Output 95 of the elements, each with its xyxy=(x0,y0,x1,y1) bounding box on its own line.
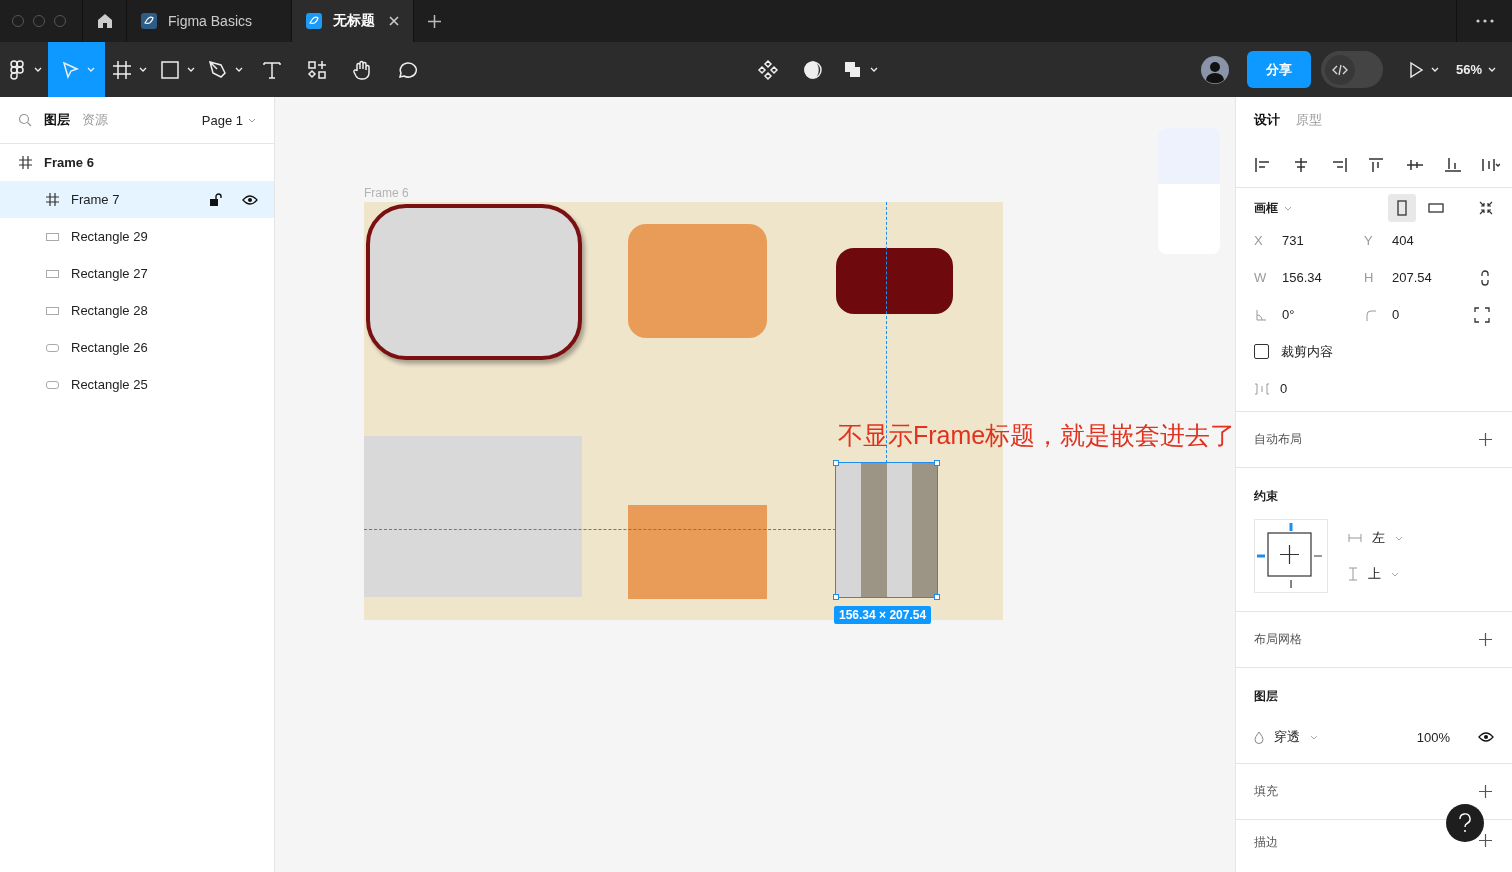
dev-mode-toggle[interactable] xyxy=(1320,51,1383,88)
align-icon[interactable] xyxy=(1368,157,1386,173)
landscape-icon xyxy=(1428,203,1444,213)
vertical-icon xyxy=(1348,567,1358,581)
mask-icon xyxy=(802,58,825,81)
align-icon[interactable] xyxy=(1330,157,1348,173)
shape-icon xyxy=(159,58,181,81)
caret-icon xyxy=(1310,734,1318,740)
help-button[interactable] xyxy=(1446,804,1484,842)
vertical-constraint-dropdown[interactable]: 上 xyxy=(1348,565,1403,583)
layer-row[interactable]: Rectangle 26 xyxy=(0,329,274,366)
horizontal-icon xyxy=(1348,533,1362,543)
code-icon xyxy=(1331,63,1348,76)
caret-icon xyxy=(1431,67,1440,72)
resources-icon xyxy=(305,58,328,81)
avatar-icon[interactable] xyxy=(1200,55,1229,84)
panel-tab[interactable]: 图层 xyxy=(44,111,70,129)
caret-icon xyxy=(1488,67,1496,72)
pen-icon xyxy=(207,58,229,81)
align-icon[interactable] xyxy=(1406,157,1424,173)
clip-checkbox[interactable]: 裁剪内容 xyxy=(1254,333,1494,370)
frame-icon xyxy=(19,156,32,169)
eye-icon[interactable] xyxy=(1478,732,1494,742)
angle-icon xyxy=(1254,308,1268,321)
number-field[interactable]: X 731 xyxy=(1254,222,1364,259)
add-icon[interactable] xyxy=(1479,433,1492,446)
frame-label: Frame 6 xyxy=(364,186,409,200)
number-field[interactable]: W 156.34 xyxy=(1254,259,1364,296)
caret-icon xyxy=(1284,205,1292,211)
align-icon[interactable] xyxy=(1292,157,1310,173)
corner-icon xyxy=(1364,308,1378,321)
home-icon xyxy=(95,12,114,30)
search-icon[interactable] xyxy=(18,113,32,127)
section-title: 自动布局 xyxy=(1254,431,1302,448)
file-icon xyxy=(141,13,157,29)
file-icon xyxy=(306,13,322,29)
portrait-icon xyxy=(1397,200,1407,216)
resize-icon[interactable] xyxy=(1478,200,1494,216)
layer-row[interactable]: Rectangle 25 xyxy=(0,366,274,403)
opacity-field[interactable]: 100% xyxy=(1416,729,1450,745)
corner-radius-field[interactable]: 0 xyxy=(1364,296,1474,333)
rectangle-icon xyxy=(46,269,59,278)
file-tab[interactable]: 无标题 xyxy=(292,0,414,42)
horizontal-constraint-dropdown[interactable]: 左 xyxy=(1348,529,1403,547)
align-icon[interactable] xyxy=(1444,157,1462,173)
play-icon xyxy=(1407,60,1426,79)
number-field[interactable]: Y 404 xyxy=(1364,222,1474,259)
layer-row[interactable]: Rectangle 29 xyxy=(0,218,274,255)
portrait-button[interactable] xyxy=(1388,194,1416,222)
rectangle-icon xyxy=(46,232,59,241)
constraint-widget[interactable] xyxy=(1254,519,1328,593)
rounded-rectangle-icon xyxy=(46,343,59,352)
rotation-field[interactable]: 0° xyxy=(1254,296,1364,333)
section-title: 约束 xyxy=(1254,489,1278,503)
eye-icon[interactable] xyxy=(242,194,258,205)
zoom-dropdown[interactable]: 56% xyxy=(1445,62,1512,77)
align-icon[interactable] xyxy=(1482,157,1500,173)
component-icon xyxy=(757,58,780,81)
spacing-icon xyxy=(1254,382,1270,395)
panel-tab[interactable]: 设计 xyxy=(1254,111,1280,129)
hand-icon xyxy=(350,58,373,81)
rectangle-icon xyxy=(46,306,59,315)
more-icon xyxy=(1475,19,1494,23)
rounded-rectangle-icon xyxy=(46,380,59,389)
close-icon[interactable] xyxy=(389,16,399,26)
caret-icon xyxy=(1391,571,1399,577)
annotation-text: 不显示Frame标题，就是嵌套进去了 xyxy=(838,420,1236,451)
number-field[interactable]: H 207.54 xyxy=(1364,259,1474,296)
question-icon xyxy=(1458,813,1472,833)
constrain-proportions-icon[interactable] xyxy=(1480,269,1490,286)
plus-icon xyxy=(427,14,441,28)
add-icon[interactable] xyxy=(1479,834,1492,847)
section-title: 描边 xyxy=(1254,834,1278,851)
section-title: 填充 xyxy=(1254,783,1278,800)
blend-mode-dropdown[interactable]: 穿透 xyxy=(1254,728,1318,746)
size-badge: 156.34 × 207.54 xyxy=(834,606,932,624)
drop-icon xyxy=(1254,730,1264,744)
page-dropdown[interactable]: Page 1 xyxy=(201,112,256,128)
unlock-icon[interactable] xyxy=(210,193,222,206)
section-title[interactable]: 画框 xyxy=(1254,199,1278,217)
caret-icon xyxy=(1395,535,1403,541)
caret-icon xyxy=(248,117,256,123)
frame-icon xyxy=(111,58,133,81)
frame-icon xyxy=(46,193,59,206)
layer-row[interactable]: Rectangle 28 xyxy=(0,292,274,329)
align-icon[interactable] xyxy=(1254,157,1272,173)
layer-row[interactable]: Rectangle 27 xyxy=(0,255,274,292)
layer-row[interactable]: Frame 7 xyxy=(0,181,274,218)
layer-row[interactable]: Frame 6 xyxy=(0,144,274,181)
section-title: 图层 xyxy=(1254,689,1278,703)
add-icon[interactable] xyxy=(1479,633,1492,646)
corners-icon[interactable] xyxy=(1474,306,1490,323)
section-title: 布局网格 xyxy=(1254,631,1302,648)
spacing-field[interactable]: 0 xyxy=(1254,370,1314,407)
add-icon[interactable] xyxy=(1479,785,1492,798)
